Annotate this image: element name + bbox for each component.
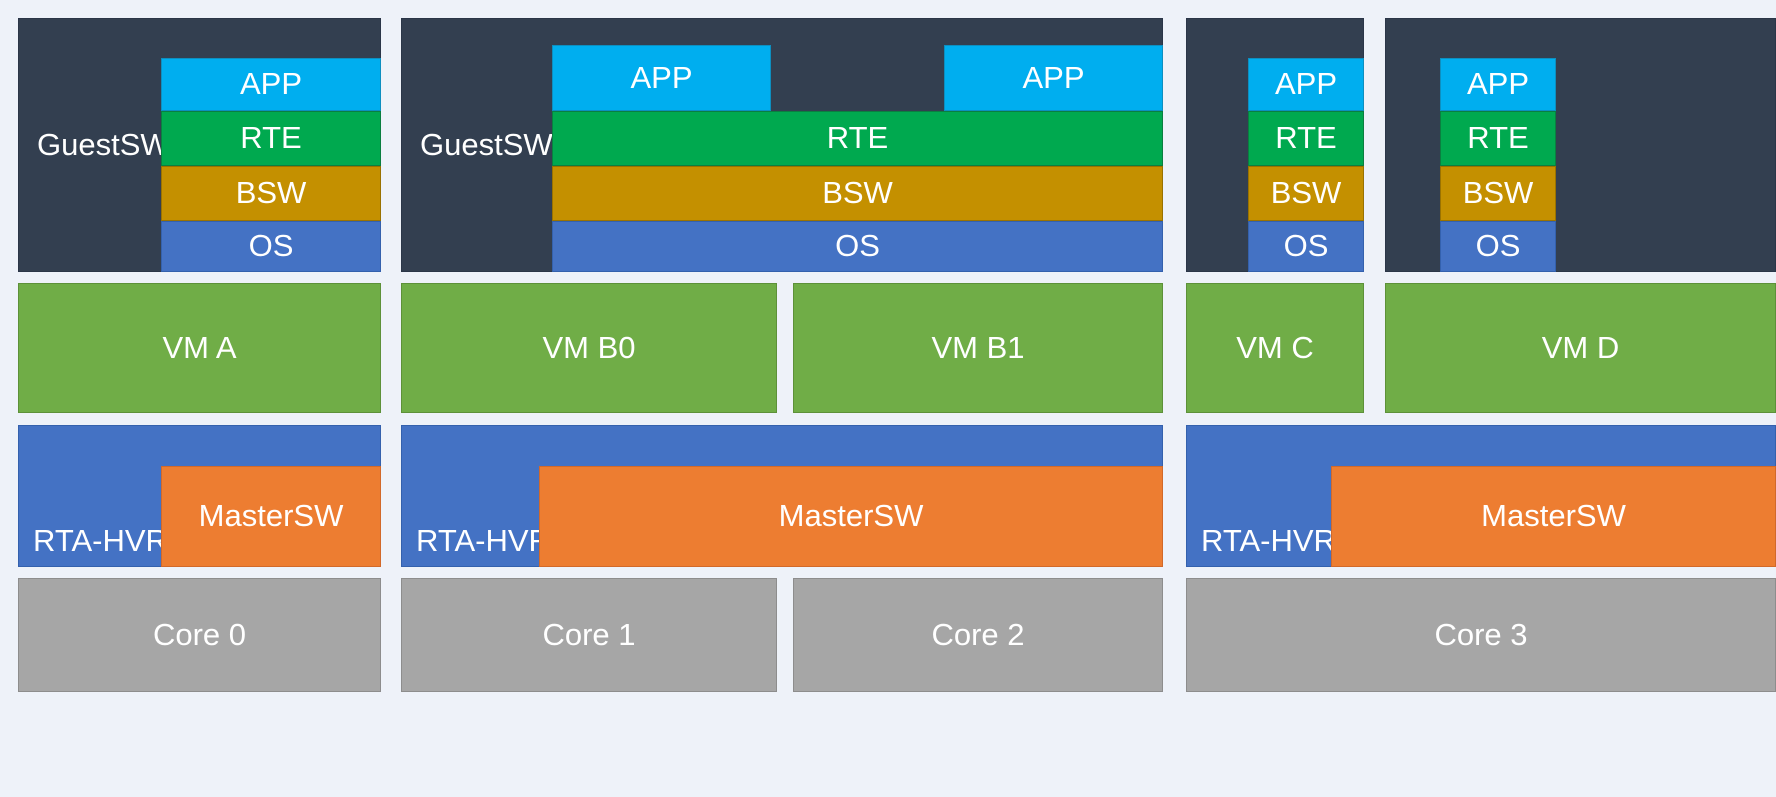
mastersw-block-1: MasterSW — [539, 466, 1163, 567]
rte-label-b: RTE — [826, 120, 889, 156]
vm-box-d: VM D — [1385, 283, 1776, 413]
vm-box-b0: VM B0 — [401, 283, 777, 413]
vm-box-a: VM A — [18, 283, 381, 413]
app-block-d: APP — [1440, 58, 1556, 111]
vm-label-c: VM C — [1236, 329, 1314, 365]
vm-box-c: VM C — [1186, 283, 1364, 413]
core-label-0: Core 0 — [152, 616, 247, 652]
mastersw-label-1: MasterSW — [778, 498, 924, 534]
bsw-label-a: BSW — [235, 175, 307, 211]
vm-label-b1: VM B1 — [931, 329, 1025, 365]
os-label-b: OS — [835, 228, 880, 264]
app-label-d: APP — [1466, 66, 1530, 102]
core-block-3: Core 3 — [1186, 578, 1776, 692]
bsw-block-d: BSW — [1440, 166, 1556, 221]
app-block-b1: APP — [944, 45, 1163, 111]
vm-label-d: VM D — [1541, 329, 1620, 365]
os-label-a: OS — [248, 228, 294, 264]
mastersw-block-2: MasterSW — [1331, 466, 1776, 567]
rte-label-a: RTE — [240, 120, 302, 156]
os-block-a: OS — [161, 221, 381, 272]
core-block-2: Core 2 — [793, 578, 1163, 692]
bsw-block-a: BSW — [161, 166, 381, 221]
mastersw-block-0: MasterSW — [161, 466, 381, 567]
rte-label-d: RTE — [1467, 120, 1529, 156]
rte-label-c: RTE — [1275, 120, 1337, 156]
core-label-3: Core 3 — [1434, 616, 1528, 652]
vm-label-b0: VM B0 — [542, 329, 636, 365]
vm-box-b1: VM B1 — [793, 283, 1163, 413]
bsw-label-b: BSW — [822, 175, 893, 211]
app-block-b0: APP — [552, 45, 771, 111]
bsw-label-d: BSW — [1462, 175, 1534, 211]
bsw-label-c: BSW — [1270, 175, 1342, 211]
app-label-b1: APP — [1022, 59, 1085, 95]
os-block-d: OS — [1440, 221, 1556, 272]
rte-block-c: RTE — [1248, 111, 1364, 166]
bsw-block-c: BSW — [1248, 166, 1364, 221]
os-label-d: OS — [1475, 228, 1521, 264]
hypervisor-label-1: RTA-HVR — [416, 522, 551, 558]
core-block-0: Core 0 — [18, 578, 381, 692]
app-label-a: APP — [239, 66, 303, 102]
app-block-c: APP — [1248, 58, 1364, 111]
hypervisor-label-2: RTA-HVR — [1201, 522, 1336, 558]
core-block-1: Core 1 — [401, 578, 777, 692]
rte-block-b: RTE — [552, 111, 1163, 166]
app-label-c: APP — [1274, 66, 1338, 102]
os-label-c: OS — [1283, 228, 1329, 264]
mastersw-label-2: MasterSW — [1481, 498, 1626, 534]
hypervisor-label-0: RTA-HVR — [33, 522, 168, 558]
app-label-b0: APP — [630, 59, 693, 95]
app-block-a: APP — [161, 58, 381, 111]
core-label-1: Core 1 — [542, 616, 636, 652]
core-label-2: Core 2 — [931, 616, 1025, 652]
rte-block-d: RTE — [1440, 111, 1556, 166]
vm-label-a: VM A — [162, 329, 237, 365]
rte-block-a: RTE — [161, 111, 381, 166]
mastersw-label-0: MasterSW — [198, 498, 344, 534]
os-block-c: OS — [1248, 221, 1364, 272]
architecture-diagram: GuestSW APP RTE BSW OS GuestSW APP APP R… — [0, 0, 1776, 797]
os-block-b: OS — [552, 221, 1163, 272]
bsw-block-b: BSW — [552, 166, 1163, 221]
